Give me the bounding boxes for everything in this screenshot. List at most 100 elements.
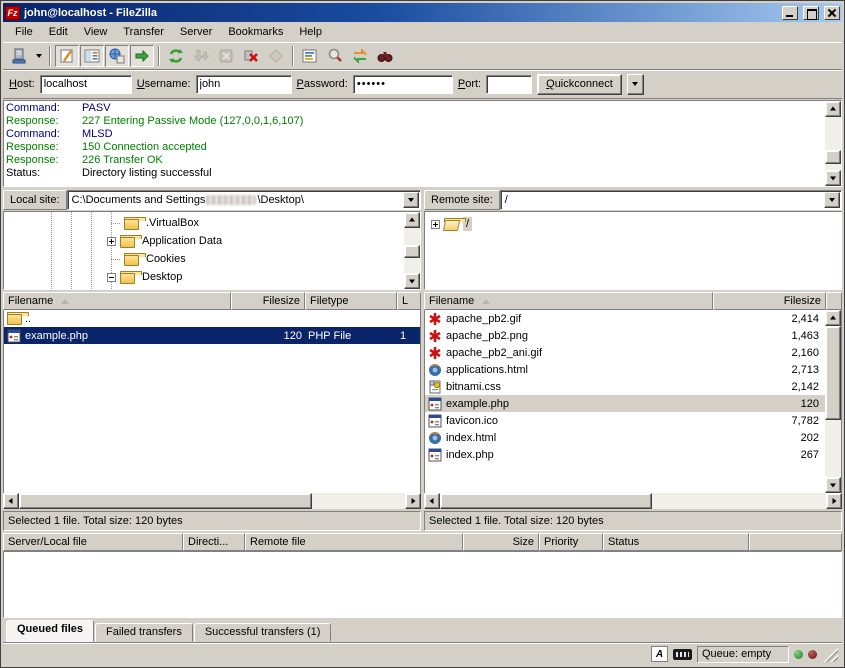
synchronized-browsing-button[interactable] <box>348 45 372 67</box>
column-direction[interactable]: Directi... <box>183 533 245 551</box>
toggle-remote-tree-button[interactable] <box>105 45 129 67</box>
scroll-left-button[interactable] <box>3 493 19 509</box>
tree-item-cookies[interactable]: Cookies <box>4 250 404 268</box>
toggle-local-tree-button[interactable] <box>80 45 104 67</box>
filezilla-window: Fz john@localhost - FileZilla File Edit … <box>0 0 845 668</box>
cancel-operation-button[interactable] <box>214 45 238 67</box>
process-queue-button[interactable] <box>189 45 213 67</box>
combo-dropdown-button[interactable] <box>403 192 419 208</box>
combo-dropdown-button[interactable] <box>824 192 840 208</box>
host-input[interactable] <box>40 75 132 94</box>
scroll-right-button[interactable] <box>405 493 421 509</box>
disconnect-button[interactable] <box>239 45 263 67</box>
minimize-button[interactable] <box>782 6 798 20</box>
file-row[interactable]: apache_pb2_ani.gif 2,160 <box>425 344 825 361</box>
file-row-parent-dir[interactable]: .. <box>4 310 420 327</box>
remote-list-header: Filename Filesize <box>424 292 842 310</box>
column-last-modified[interactable]: L <box>397 292 421 310</box>
scrollbar-thumb[interactable] <box>19 493 312 509</box>
scroll-left-button[interactable] <box>424 493 440 509</box>
column-size[interactable]: Size <box>463 533 539 551</box>
resize-grip[interactable] <box>822 646 838 662</box>
column-status[interactable]: Status <box>603 533 749 551</box>
file-row-selected[interactable]: example.php 120 <box>425 395 825 412</box>
tab-failed-transfers[interactable]: Failed transfers <box>95 623 193 642</box>
column-priority[interactable]: Priority <box>539 533 603 551</box>
menu-server[interactable]: Server <box>172 24 220 40</box>
queue-list[interactable] <box>3 551 842 618</box>
column-server-local-file[interactable]: Server/Local file <box>3 533 183 551</box>
tab-successful-transfers[interactable]: Successful transfers (1) <box>194 623 332 642</box>
tree-item-desktop[interactable]: Desktop <box>4 268 404 286</box>
local-tree-vertical-scrollbar[interactable] <box>404 212 420 289</box>
column-filename[interactable]: Filename <box>3 292 231 310</box>
quickconnect-button[interactable]: Quickconnect <box>537 74 622 95</box>
site-manager-dropdown[interactable] <box>32 45 45 67</box>
menu-transfer[interactable]: Transfer <box>115 24 172 40</box>
scrollbar-thumb[interactable] <box>825 326 841 420</box>
remote-vertical-scrollbar[interactable] <box>825 310 841 493</box>
menu-file[interactable]: File <box>7 24 41 40</box>
menu-edit[interactable]: Edit <box>41 24 76 40</box>
scroll-down-button[interactable] <box>825 477 841 493</box>
log-vertical-scrollbar[interactable] <box>825 101 841 186</box>
file-row[interactable]: index.php 267 <box>425 446 825 463</box>
toggle-message-log-button[interactable] <box>55 45 79 67</box>
column-filename[interactable]: Filename <box>424 292 713 310</box>
file-row[interactable]: apache_pb2.gif 2,414 <box>425 310 825 327</box>
host-label: Host: <box>9 78 35 90</box>
port-input[interactable] <box>486 75 532 94</box>
scroll-right-button[interactable] <box>826 493 842 509</box>
maximize-button[interactable] <box>803 6 819 20</box>
menu-help[interactable]: Help <box>291 24 330 40</box>
remote-file-rows: apache_pb2.gif 2,414 apache_pb2.png 1,46… <box>425 310 825 493</box>
tab-queued-files[interactable]: Queued files <box>6 620 94 642</box>
reconnect-button[interactable] <box>264 45 288 67</box>
file-row[interactable]: bitnami.css 2,142 <box>425 378 825 395</box>
column-filesize[interactable]: Filesize <box>713 292 826 310</box>
find-files-button[interactable] <box>373 45 397 67</box>
local-path-combobox[interactable]: C:\Documents and Settings\Desktop\ <box>67 190 421 210</box>
file-row[interactable]: favicon.ico 7,782 <box>425 412 825 429</box>
file-row[interactable]: apache_pb2.png 1,463 <box>425 327 825 344</box>
data-type-indicator-icon: A <box>651 646 668 662</box>
scrollbar-thumb[interactable] <box>440 493 652 509</box>
file-row-example-php[interactable]: example.php 120 PHP File 1 <box>4 327 420 344</box>
expand-plus-icon[interactable] <box>431 220 440 229</box>
local-horizontal-scrollbar[interactable] <box>3 493 421 509</box>
remote-horizontal-scrollbar[interactable] <box>424 493 842 509</box>
site-manager-button[interactable] <box>7 45 31 67</box>
scroll-up-button[interactable] <box>825 101 841 117</box>
scrollbar-thumb[interactable] <box>825 150 841 164</box>
scroll-up-button[interactable] <box>404 212 420 228</box>
column-filetype[interactable]: Filetype <box>305 292 397 310</box>
menu-bookmarks[interactable]: Bookmarks <box>220 24 291 40</box>
filter-button[interactable] <box>298 45 322 67</box>
toggle-transfer-queue-button[interactable] <box>130 45 154 67</box>
tree-item-root[interactable]: / <box>425 215 841 233</box>
column-remote-file[interactable]: Remote file <box>245 533 463 551</box>
file-row[interactable]: index.html 202 <box>425 429 825 446</box>
password-input[interactable] <box>353 75 453 94</box>
quickconnect-bar: Host: Username: Password: Port: Quickcon… <box>3 69 842 99</box>
title-bar[interactable]: Fz john@localhost - FileZilla <box>3 3 842 22</box>
scrollbar-thumb[interactable] <box>404 245 420 258</box>
quickconnect-dropdown[interactable] <box>627 74 644 95</box>
refresh-button[interactable] <box>164 45 188 67</box>
scroll-down-button[interactable] <box>404 273 420 289</box>
expand-plus-icon[interactable] <box>107 237 116 246</box>
username-input[interactable] <box>196 75 292 94</box>
file-row[interactable]: applications.html 2,713 <box>425 361 825 378</box>
close-button[interactable] <box>824 6 840 20</box>
directory-comparison-button[interactable] <box>323 45 347 67</box>
collapse-minus-icon[interactable] <box>107 273 116 282</box>
tree-item-virtualbox[interactable]: .VirtualBox <box>4 214 404 232</box>
scroll-down-button[interactable] <box>825 170 841 186</box>
tree-item-application-data[interactable]: Application Data <box>4 232 404 250</box>
password-label: Password: <box>297 78 348 90</box>
remote-path-combobox[interactable]: / <box>500 190 842 210</box>
scroll-up-button[interactable] <box>825 310 841 326</box>
menu-view[interactable]: View <box>76 24 116 40</box>
apache-feather-icon <box>427 345 443 360</box>
column-filesize[interactable]: Filesize <box>231 292 305 310</box>
